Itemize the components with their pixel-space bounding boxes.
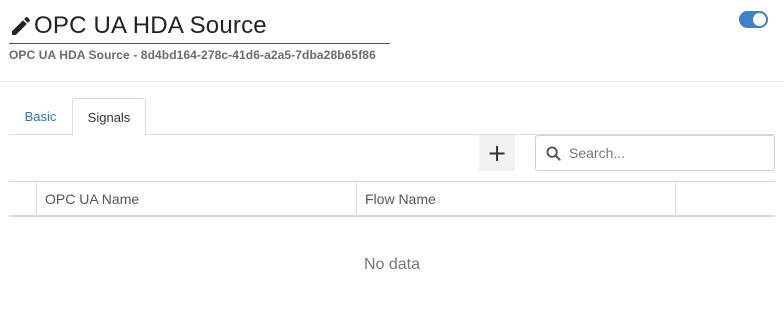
column-opc-ua-name[interactable]: OPC UA Name: [37, 182, 357, 216]
column-flow-name[interactable]: Flow Name: [357, 182, 676, 216]
tab-basic[interactable]: Basic: [9, 98, 72, 135]
tab-bar: Basic Signals: [9, 98, 775, 136]
title-row: OPC UA HDA Source: [9, 12, 267, 40]
enabled-toggle[interactable]: [739, 11, 768, 28]
title-underline: [9, 43, 390, 44]
tab-signals[interactable]: Signals: [72, 98, 146, 136]
toggle-knob: [753, 13, 766, 26]
page-header: OPC UA HDA Source OPC UA HDA Source - 8d…: [0, 0, 784, 82]
search-input[interactable]: [569, 142, 769, 164]
search-icon: [546, 146, 561, 161]
column-actions: [676, 182, 775, 216]
page-title: OPC UA HDA Source: [34, 12, 267, 39]
column-select[interactable]: [9, 182, 37, 216]
pencil-icon[interactable]: [9, 14, 33, 38]
page-subtitle: OPC UA HDA Source - 8d4bd164-278c-41d6-a…: [9, 48, 376, 62]
empty-state-message: No data: [363, 256, 421, 273]
search-box[interactable]: [535, 135, 775, 171]
grid-header: OPC UA Name Flow Name: [9, 181, 775, 217]
add-button[interactable]: +: [479, 135, 515, 171]
